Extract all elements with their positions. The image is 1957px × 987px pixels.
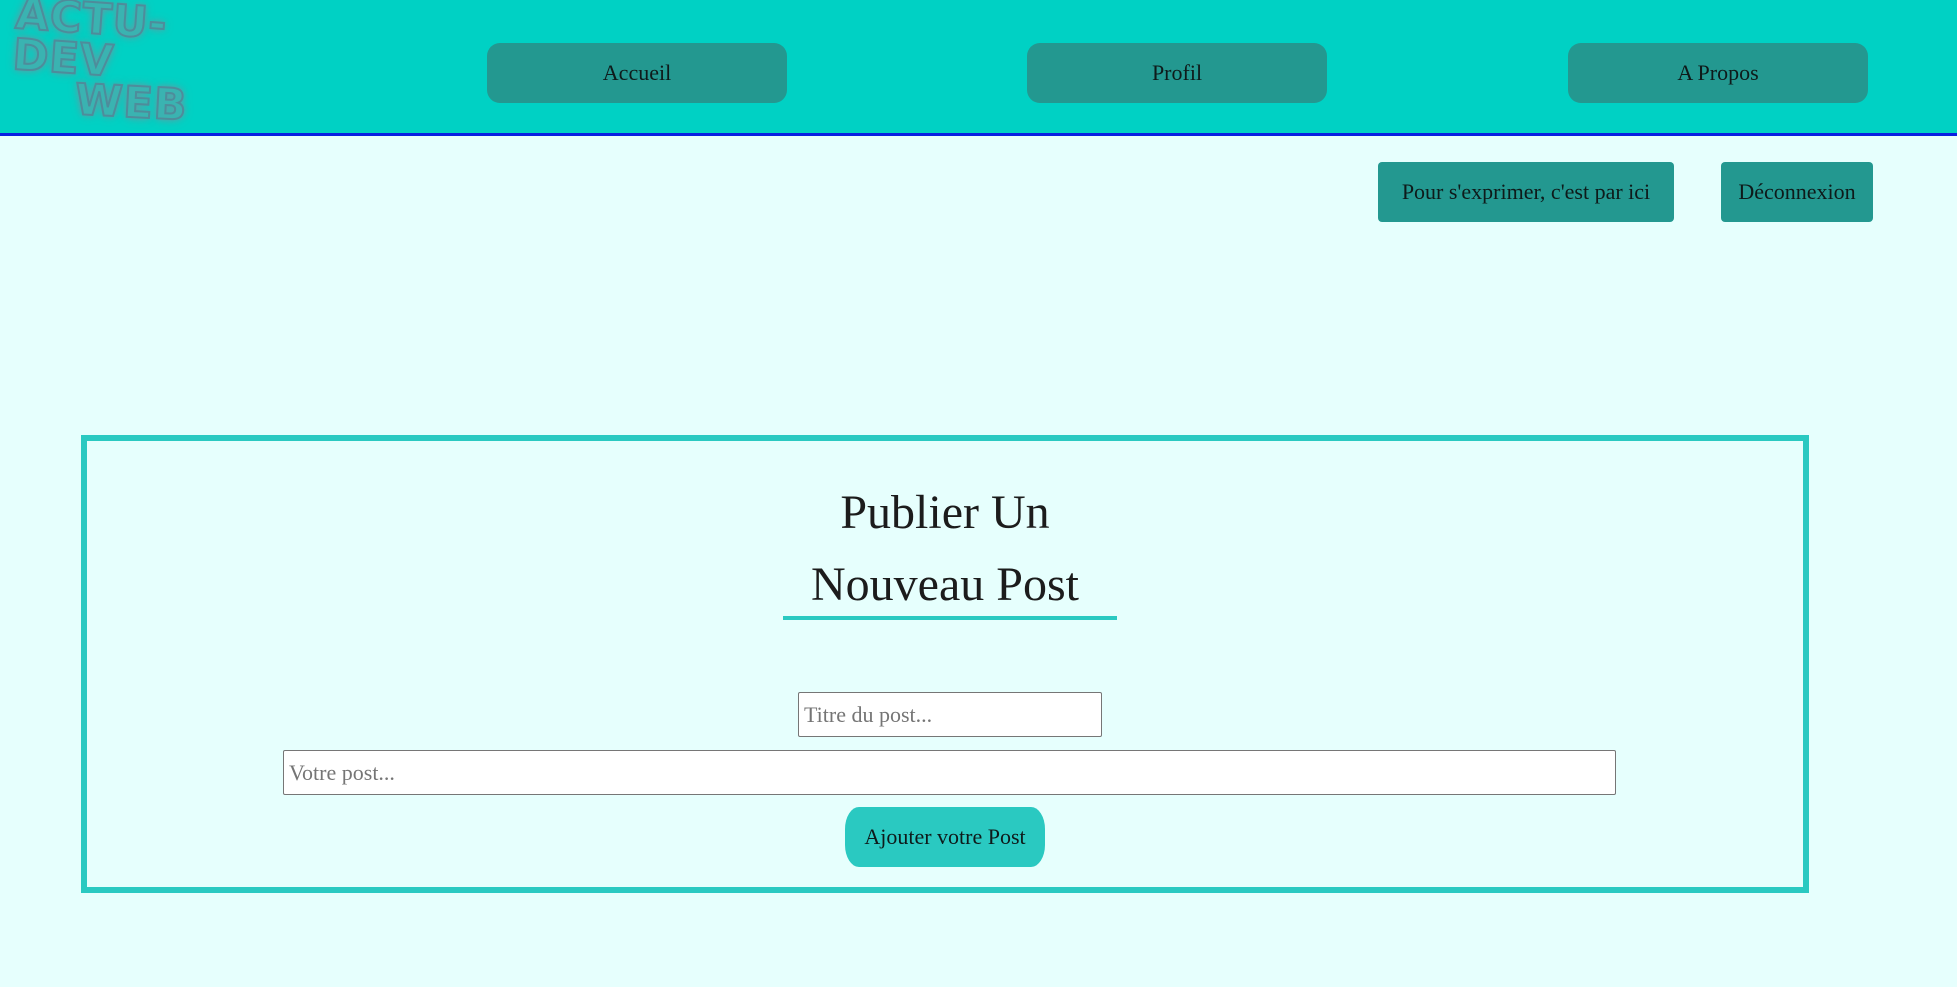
nav-accueil-button[interactable]: Accueil [487,43,787,103]
logo-text-line2: WEB [72,75,189,133]
new-post-heading-line2: Nouveau Post [811,558,1079,611]
new-post-heading-line1: Publier Un [840,486,1050,539]
logout-button[interactable]: Déconnexion [1721,162,1873,222]
site-header: ACTU-DEV WEB Accueil Profil A Propos [0,0,1957,136]
site-logo[interactable]: ACTU-DEV WEB [10,0,248,132]
new-post-heading: Publier Un Nouveau Post [87,477,1803,621]
add-post-button[interactable]: Ajouter votre Post [845,807,1045,867]
nav-apropos-button[interactable]: A Propos [1568,43,1868,103]
express-yourself-button[interactable]: Pour s'exprimer, c'est par ici [1378,162,1674,222]
post-body-input[interactable] [283,750,1616,795]
post-title-input[interactable] [798,692,1102,737]
heading-underline [783,616,1117,620]
new-post-form: Publier Un Nouveau Post Ajouter votre Po… [81,435,1809,893]
nav-profil-button[interactable]: Profil [1027,43,1327,103]
